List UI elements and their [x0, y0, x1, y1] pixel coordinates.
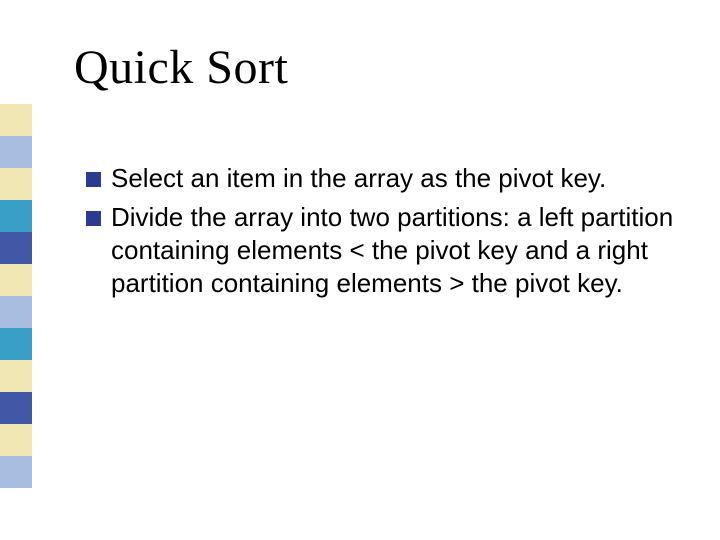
slide-body: Select an item in the array as the pivot…	[86, 162, 674, 306]
stripe-cell	[0, 360, 32, 392]
bullet-text: Select an item in the array as the pivot…	[111, 162, 674, 195]
stripe-cell	[0, 168, 32, 200]
bullet-item: Divide the array into two partitions: a …	[86, 201, 674, 300]
stripe-cell	[0, 136, 32, 168]
stripe-cell	[0, 456, 32, 488]
stripe-cell	[0, 200, 32, 232]
slide: Quick Sort Select an item in the array a…	[0, 0, 720, 540]
stripe-cell	[0, 104, 32, 136]
bullet-text: Divide the array into two partitions: a …	[111, 201, 674, 300]
stripe-cell	[0, 328, 32, 360]
slide-title: Quick Sort	[74, 40, 288, 95]
decorative-stripe-column	[0, 104, 32, 488]
square-bullet-icon	[86, 211, 101, 226]
stripe-cell	[0, 232, 32, 264]
stripe-cell	[0, 392, 32, 424]
stripe-cell	[0, 424, 32, 456]
square-bullet-icon	[86, 172, 101, 187]
stripe-cell	[0, 264, 32, 296]
bullet-item: Select an item in the array as the pivot…	[86, 162, 674, 195]
stripe-cell	[0, 296, 32, 328]
